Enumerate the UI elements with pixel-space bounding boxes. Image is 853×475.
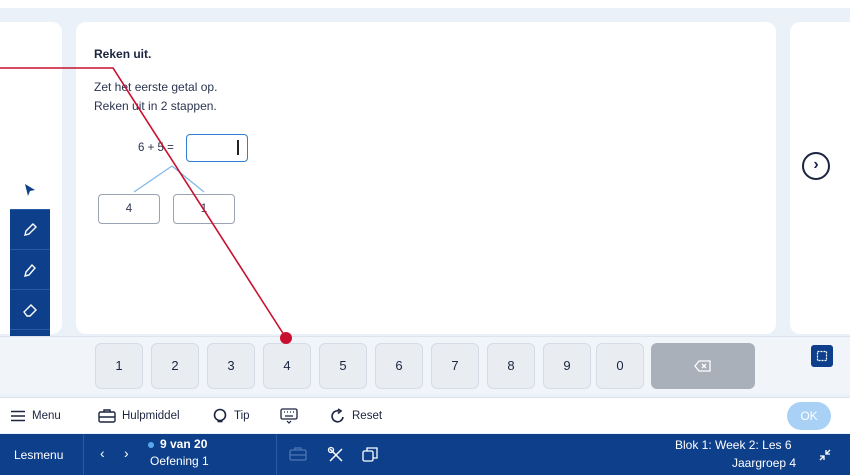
- menu-label: Menu: [32, 410, 61, 422]
- next-exercise-card: ›: [790, 22, 850, 334]
- key-5[interactable]: 5: [319, 343, 367, 389]
- key-2[interactable]: 2: [151, 343, 199, 389]
- lesmenu-button[interactable]: Lesmenu: [14, 448, 63, 462]
- status-bar: Lesmenu ‹ › 9 van 20 Oefening 1 Blok 1: …: [0, 434, 853, 475]
- pencil-icon: [24, 222, 37, 236]
- backspace-button[interactable]: [651, 343, 755, 389]
- toggle-keypad-button[interactable]: [811, 345, 833, 367]
- exercise-name: Oefening 1: [150, 454, 209, 468]
- reset-icon: [331, 408, 344, 423]
- previous-arrow-icon[interactable]: ‹: [100, 445, 105, 461]
- split-part-right[interactable]: 1: [173, 194, 235, 224]
- windows-icon[interactable]: [362, 447, 378, 463]
- pencil-tool-button[interactable]: [10, 210, 50, 250]
- hamburger-icon: [11, 410, 25, 422]
- pointer-icon: [25, 183, 35, 196]
- backspace-icon: [694, 360, 711, 372]
- marker-tool-button[interactable]: [10, 250, 50, 290]
- key-4[interactable]: 4: [263, 343, 311, 389]
- tip-button[interactable]: Tip: [212, 398, 250, 434]
- block-info: Blok 1: Week 2: Les 6: [675, 438, 792, 452]
- divider: [83, 434, 84, 475]
- panel-icon: [816, 350, 828, 362]
- key-0[interactable]: 0: [596, 343, 644, 389]
- drawing-toolbar: «: [10, 170, 50, 362]
- hulpmiddel-button[interactable]: Hulpmiddel: [98, 398, 180, 434]
- split-part-left[interactable]: 4: [98, 194, 160, 224]
- reset-label: Reset: [352, 410, 383, 422]
- key-9[interactable]: 9: [543, 343, 591, 389]
- next-exercise-button[interactable]: ›: [802, 152, 830, 180]
- tools-icon[interactable]: [327, 446, 345, 464]
- lightbulb-icon: [213, 408, 227, 423]
- number-keypad: 1 2 3 4 5 6 7 8 9 0: [0, 336, 853, 394]
- bottom-menu-bar: Menu Hulpmiddel Tip Reset OK: [0, 397, 853, 433]
- eraser-tool-button[interactable]: [10, 290, 50, 330]
- reset-button[interactable]: Reset: [330, 398, 382, 434]
- pointer-tool-button[interactable]: [10, 170, 50, 210]
- key-6[interactable]: 6: [375, 343, 423, 389]
- toolbox-icon: [98, 409, 116, 423]
- keyboard-button[interactable]: [280, 398, 298, 434]
- split-tree-lines: [133, 165, 205, 193]
- window-top-edge: [0, 0, 853, 8]
- group-info: Jaargroep 4: [732, 456, 797, 470]
- key-1[interactable]: 1: [95, 343, 143, 389]
- divider: [276, 434, 277, 475]
- exercise-card: Reken uit. Zet het eerste getal op. Reke…: [76, 22, 776, 334]
- menu-button[interactable]: Menu: [10, 398, 61, 434]
- key-7[interactable]: 7: [431, 343, 479, 389]
- ok-button[interactable]: OK: [787, 402, 831, 430]
- minimize-icon[interactable]: [818, 448, 832, 462]
- marker-icon: [24, 263, 36, 277]
- keyboard-icon: [280, 408, 298, 424]
- hulpmiddel-label: Hulpmiddel: [122, 410, 180, 422]
- eraser-icon: [23, 303, 37, 317]
- key-3[interactable]: 3: [207, 343, 255, 389]
- tip-label: Tip: [234, 410, 250, 422]
- next-arrow-icon[interactable]: ›: [124, 445, 129, 461]
- briefcase-icon: [289, 447, 307, 461]
- progress-dot-icon: [148, 442, 154, 448]
- progress-counter: 9 van 20: [160, 437, 208, 451]
- key-8[interactable]: 8: [487, 343, 535, 389]
